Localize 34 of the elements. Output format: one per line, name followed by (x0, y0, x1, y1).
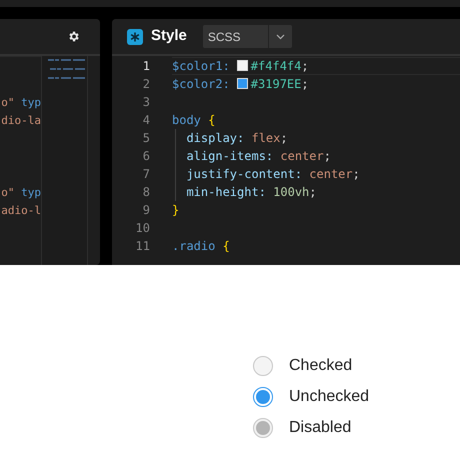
code-line: dio-la (0, 113, 41, 129)
code-line: body { (172, 112, 216, 129)
radio-label: Checked (289, 356, 352, 376)
line-number: 2 (142, 76, 150, 93)
line-number: 4 (142, 112, 150, 129)
code-line: $color2: #3197EE; (172, 76, 309, 93)
line-number: 3 (142, 94, 150, 111)
line-number: 9 (142, 202, 150, 219)
line-number: 6 (142, 148, 150, 165)
settings-icon[interactable] (67, 30, 80, 43)
line-number: 10 (134, 220, 150, 237)
code-line: min-height: 100vh; (185, 184, 317, 201)
code-line: adio-l (0, 203, 41, 219)
code-line: .radio { (172, 238, 230, 255)
panel-title: Style (151, 26, 187, 46)
code-line: o" typ (0, 95, 41, 111)
radio-label: Disabled (289, 418, 352, 438)
language-select[interactable]: SCSS (202, 25, 292, 48)
code-line: align-items: center; (185, 148, 331, 165)
radio-button[interactable] (253, 387, 273, 407)
line-number: 7 (142, 166, 150, 183)
line-number: 5 (142, 130, 150, 147)
asterisk-icon (127, 28, 143, 44)
code-line: } (172, 202, 180, 219)
code-line: o" typ (0, 185, 41, 201)
line-number: 1 (142, 58, 150, 75)
line-number: 8 (142, 184, 150, 201)
code-line: justify-content: center; (185, 166, 360, 183)
code-line: display: flex; (185, 130, 288, 147)
code-line: $color1: #f4f4f4; (172, 58, 309, 74)
chevron-down-icon (276, 34, 285, 40)
line-number: 11 (134, 238, 150, 255)
radio-label: Unchecked (289, 387, 370, 407)
radio-button[interactable] (253, 356, 273, 376)
